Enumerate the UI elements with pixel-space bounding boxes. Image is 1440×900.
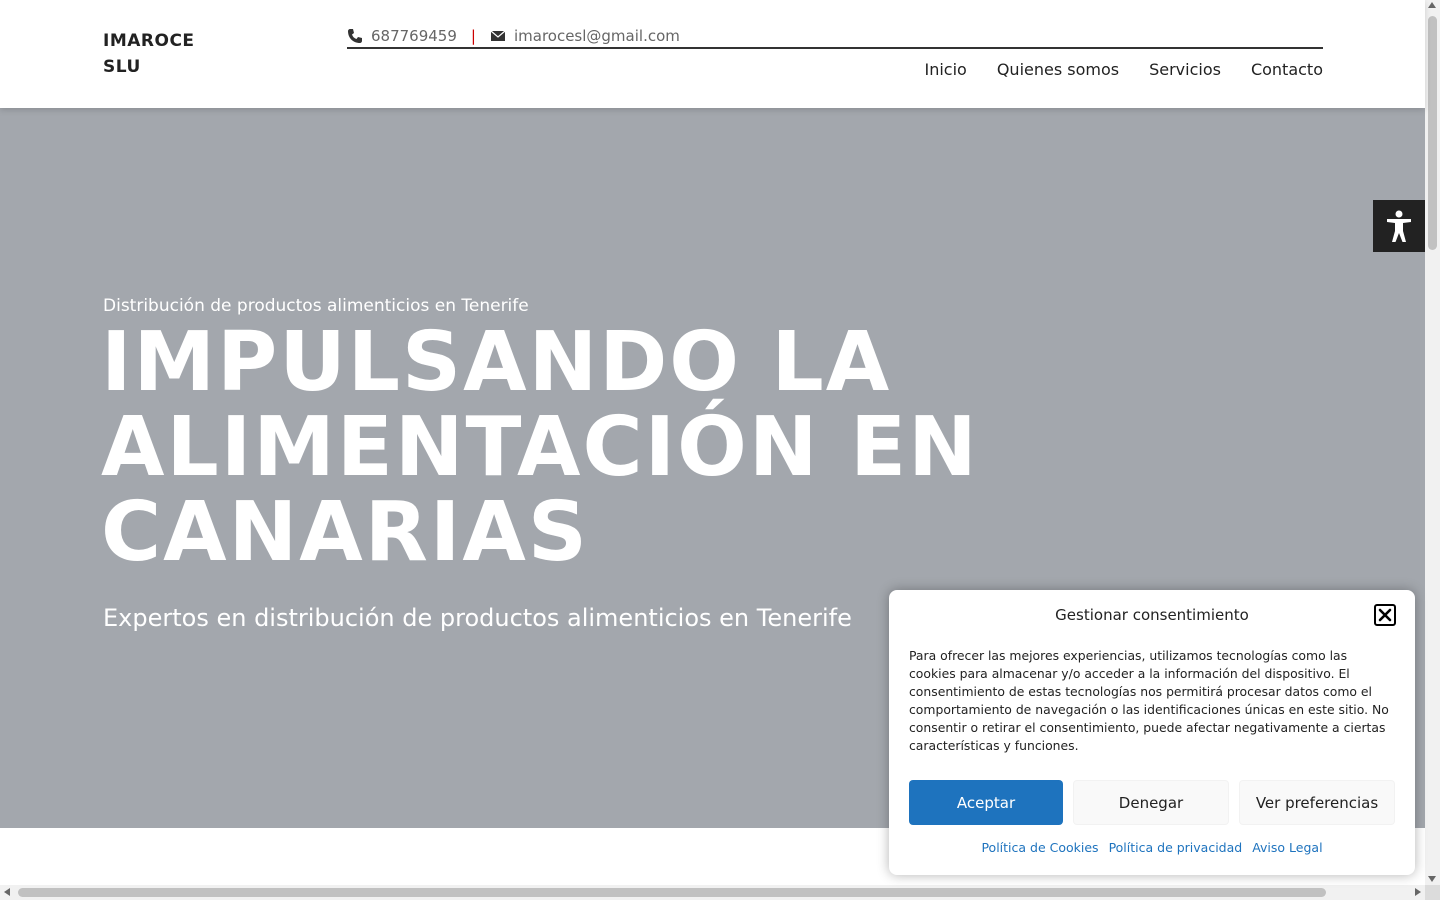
contact-topbar: 687769459 | imarocesl@gmail.com <box>347 24 1323 49</box>
horizontal-scroll-thumb[interactable] <box>18 888 1326 897</box>
nav-item-inicio[interactable]: Inicio <box>924 60 966 79</box>
nav-item-contacto[interactable]: Contacto <box>1251 60 1323 79</box>
accept-button[interactable]: Aceptar <box>909 780 1063 825</box>
preferences-button[interactable]: Ver preferencias <box>1239 780 1395 825</box>
cookie-title: Gestionar consentimiento <box>1055 606 1249 624</box>
deny-button[interactable]: Denegar <box>1073 780 1229 825</box>
scroll-down-icon[interactable] <box>1428 876 1436 882</box>
horizontal-scrollbar[interactable] <box>0 885 1425 900</box>
cookie-consent-modal: Gestionar consentimiento Para ofrecer la… <box>889 590 1415 875</box>
site-header: IMAROCE SLU 687769459 | imarocesl@gmail.… <box>0 0 1425 108</box>
main-nav: Inicio Quienes somos Servicios Contacto <box>924 60 1323 79</box>
cookie-close-button[interactable] <box>1374 604 1396 626</box>
cookie-links: Política de Cookies Política de privacid… <box>889 840 1415 855</box>
envelope-icon <box>490 30 506 41</box>
scroll-left-icon[interactable] <box>4 888 10 896</box>
vertical-scroll-thumb[interactable] <box>1428 16 1437 250</box>
site-logo[interactable]: IMAROCE SLU <box>103 28 223 80</box>
accessibility-button[interactable] <box>1373 200 1425 252</box>
cookie-message: Para ofrecer las mejores experiencias, u… <box>909 648 1389 753</box>
cookie-policy-link[interactable]: Política de Cookies <box>981 840 1098 855</box>
contact-separator: | <box>470 26 476 45</box>
vertical-scrollbar[interactable] <box>1425 0 1440 885</box>
privacy-policy-link[interactable]: Política de privacidad <box>1109 840 1243 855</box>
hero-subtitle: Distribución de productos alimenticios e… <box>103 296 529 316</box>
phone-number: 687769459 <box>371 26 457 45</box>
nav-item-servicios[interactable]: Servicios <box>1149 60 1221 79</box>
hero-title: IMPULSANDO LA ALIMENTACIÓN EN CANARIAS <box>101 315 979 580</box>
scroll-right-icon[interactable] <box>1415 888 1421 896</box>
legal-notice-link[interactable]: Aviso Legal <box>1252 840 1322 855</box>
phone-icon <box>348 28 362 43</box>
cookie-buttons: Aceptar Denegar Ver preferencias <box>909 780 1395 825</box>
scroll-up-icon[interactable] <box>1428 2 1436 8</box>
scrollbar-corner <box>1425 885 1440 900</box>
email-address: imarocesl@gmail.com <box>513 26 680 45</box>
accessibility-icon <box>1387 210 1411 242</box>
nav-item-quienes-somos[interactable]: Quienes somos <box>997 60 1119 79</box>
hero-description: Expertos en distribución de productos al… <box>103 604 852 632</box>
email-contact[interactable]: imarocesl@gmail.com <box>490 27 680 45</box>
close-icon <box>1378 608 1392 622</box>
phone-contact[interactable]: 687769459 <box>347 27 457 45</box>
